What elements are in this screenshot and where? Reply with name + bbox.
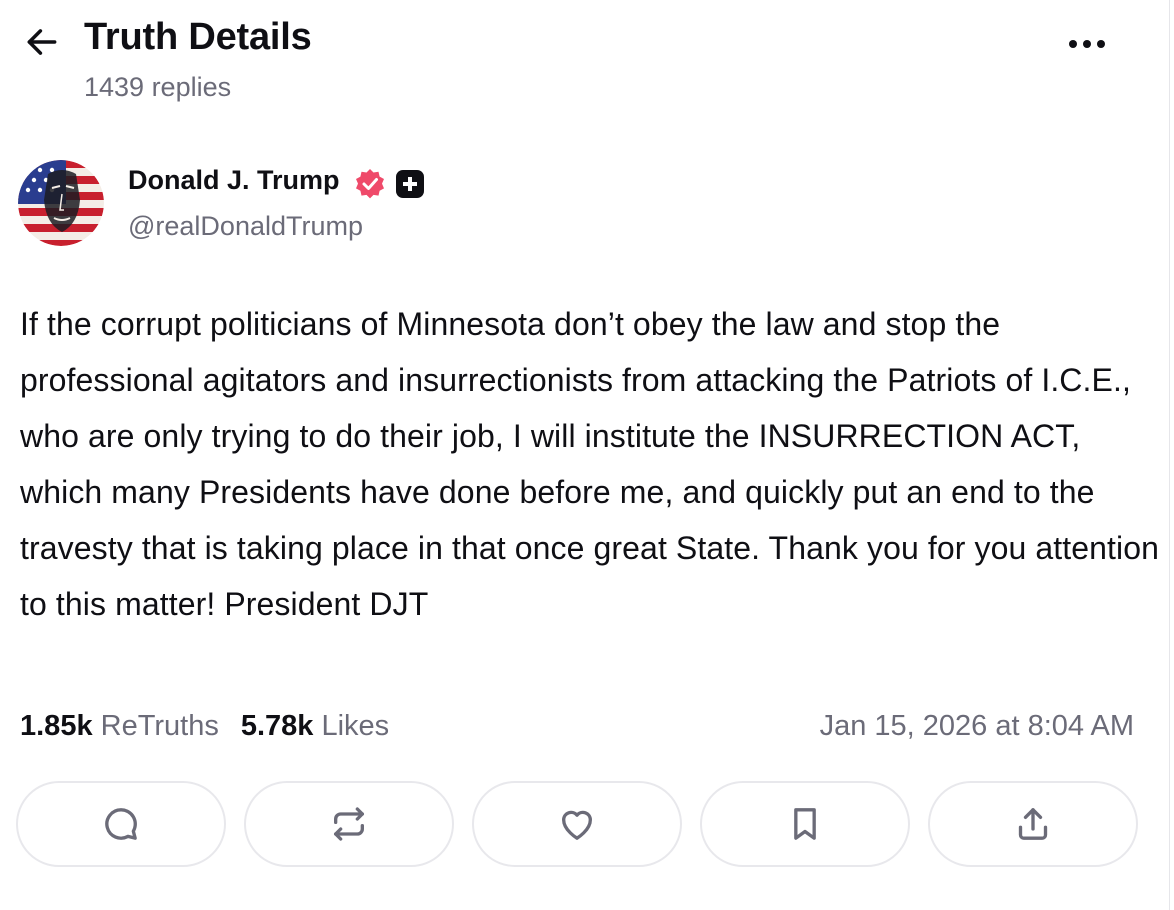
verified-badge-icon <box>354 168 386 200</box>
bookmark-icon <box>794 808 816 840</box>
heart-icon <box>562 810 592 840</box>
plus-subscriber-icon <box>396 170 424 198</box>
right-edge-divider <box>1169 0 1170 910</box>
reply-button[interactable] <box>16 781 226 867</box>
post-timestamp: Jan 15, 2026 at 8:04 AM <box>819 710 1134 742</box>
reply-count: 1439 replies <box>84 72 232 102</box>
arrow-left-icon <box>27 29 57 55</box>
avatar[interactable] <box>18 160 104 246</box>
retruths-label[interactable]: ReTruths <box>101 710 219 742</box>
action-bar <box>16 781 1140 867</box>
repost-icon <box>334 807 364 841</box>
retruths-count[interactable]: 1.85k <box>20 710 93 742</box>
author-handle[interactable]: @realDonaldTrump <box>128 211 363 242</box>
ellipsis-horizontal-icon <box>1069 40 1105 48</box>
share-button[interactable] <box>928 781 1138 867</box>
like-button[interactable] <box>472 781 682 867</box>
share-upload-icon <box>1018 808 1048 840</box>
comment-icon <box>105 808 137 840</box>
back-button[interactable] <box>22 22 62 62</box>
more-options-button[interactable] <box>1062 26 1112 62</box>
truth-details-screen: Truth Details 1439 replies Donald J. Tru… <box>0 0 1174 910</box>
bookmark-button[interactable] <box>700 781 910 867</box>
author-name[interactable]: Donald J. Trump <box>128 165 340 196</box>
likes-count[interactable]: 5.78k <box>241 710 314 742</box>
post-stats: 1.85k ReTruths 5.78k Likes <box>20 710 389 743</box>
retruth-button[interactable] <box>244 781 454 867</box>
likes-label[interactable]: Likes <box>321 710 389 742</box>
post-text: If the corrupt politicians of Minnesota … <box>20 306 1160 622</box>
page-title: Truth Details <box>84 16 312 58</box>
